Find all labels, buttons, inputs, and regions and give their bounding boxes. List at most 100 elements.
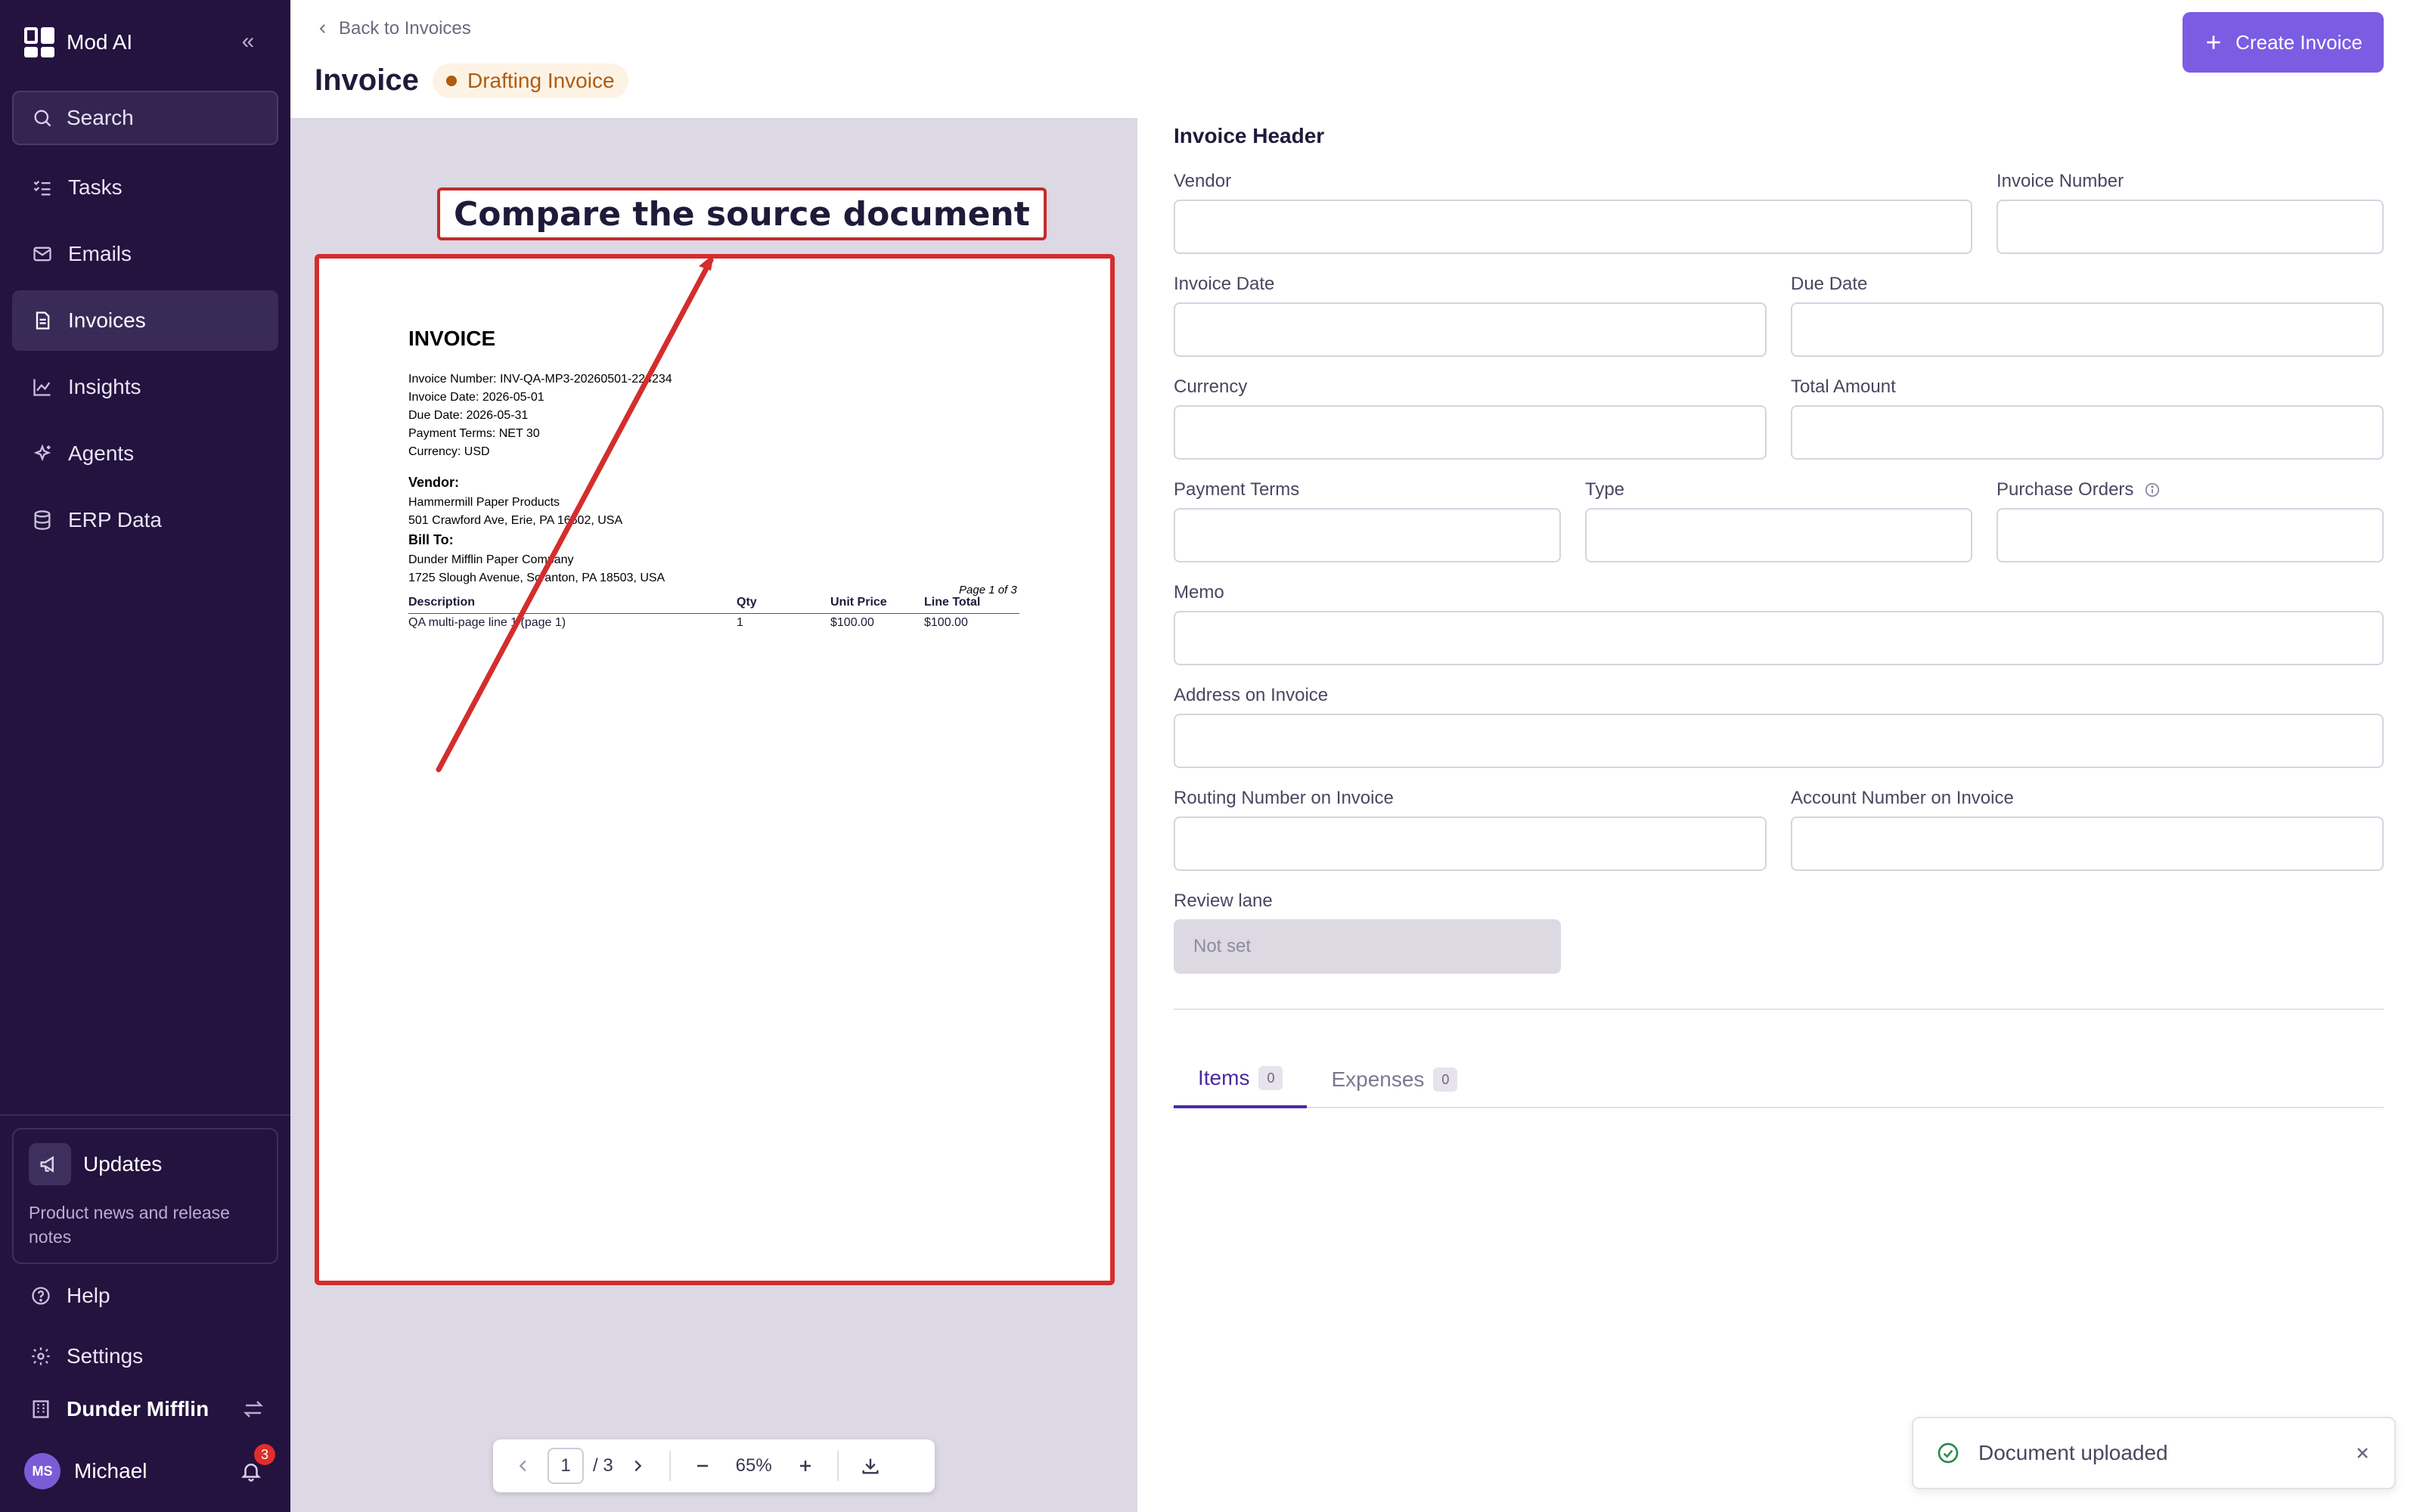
doc-table-row: QA multi-page line 1 (page 1) 1 $100.00 … [408,614,1019,632]
close-icon[interactable] [2353,1444,2372,1462]
doc-vendor-line: Hammermill Paper Products [408,496,560,509]
account-number-input[interactable] [1791,816,2384,871]
doc-line-items-table: Description Qty Unit Price Line Total QA… [408,596,1019,632]
brand[interactable]: Mod AI [24,24,132,60]
doc-page-note: Page 1 of 3 [959,584,1017,596]
sidebar-item-tasks[interactable]: Tasks [12,157,278,218]
chart-icon [33,379,51,396]
sidebar-item-label: Agents [68,442,135,465]
purchase-orders-label: Purchase Orders [1996,479,2134,500]
doc-table-header-cell: Description [408,596,476,609]
check-circle-icon [1938,1442,1959,1464]
doc-table-cell: QA multi-page line 1 (page 1) [408,616,566,629]
user-menu[interactable]: MS Michael 3 [24,1444,275,1489]
info-icon[interactable] [2144,482,2161,498]
doc-vendor: Vendor: Hammermill Paper Products 501 Cr… [408,475,622,530]
sidebar-item-erp-data[interactable]: ERP Data [12,490,278,550]
prev-page-button[interactable] [507,1449,540,1483]
doc-table-header-cell: Qty [737,596,757,609]
sidebar-item-label: ERP Data [68,508,162,531]
total-amount-input[interactable] [1791,405,2384,460]
help-label: Help [67,1284,110,1307]
address-label: Address on Invoice [1174,685,1329,705]
updates-card[interactable]: Updates Product news and release notes [12,1128,278,1264]
total-amount-label: Total Amount [1791,376,1896,397]
payment-terms-input[interactable] [1174,508,1561,562]
due-date-input[interactable] [1791,302,2384,357]
document-pager: 1 / 3 65% [493,1439,935,1492]
invoice-icon [36,311,50,330]
sidebar-item-label: Insights [68,375,141,398]
currency-input[interactable] [1174,405,1767,460]
sidebar-item-invoices[interactable]: Invoices [12,290,278,351]
sidebar-item-emails[interactable]: Emails [12,224,278,284]
review-lane-input: Not set [1174,919,1561,974]
routing-number-label: Routing Number on Invoice [1174,788,1394,808]
collapse-sidebar-icon[interactable]: « [234,29,262,56]
sidebar-divider [0,1114,290,1116]
sidebar: Mod AI « Search Tasks Emails Invoices In… [0,0,290,1512]
tab-items[interactable]: Items 0 [1174,1051,1308,1108]
search-button[interactable]: Search [12,91,278,145]
doc-table-cell: $100.00 [924,616,968,629]
chevron-right-icon [634,1460,641,1472]
doc-billto-line: Dunder Mifflin Paper Company [408,553,574,566]
upload-toast: Document uploaded [1912,1417,2396,1489]
search-icon [34,110,51,127]
type-input[interactable] [1585,508,1972,562]
sidebar-item-insights[interactable]: Insights [12,357,278,417]
user-name: Michael [74,1459,147,1483]
sparkle-icon [33,444,51,462]
toast-message: Document uploaded [1978,1441,2168,1464]
avatar: MS [24,1453,60,1489]
create-invoice-button[interactable]: Create Invoice [2183,12,2384,73]
pager-divider [669,1451,671,1481]
tab-expenses[interactable]: Expenses 0 [1307,1051,1481,1108]
doc-table-header-cell: Unit Price [830,596,887,609]
invoice-date-input[interactable] [1174,302,1767,357]
page-number-input[interactable]: 1 [548,1448,584,1484]
back-label: Back to Invoices [339,18,471,39]
doc-meta-line: Invoice Number: INV-QA-MP3-20260501-2242… [408,373,672,386]
routing-number-input[interactable] [1174,816,1767,871]
vendor-input[interactable] [1174,200,1972,254]
vendor-label: Vendor [1174,171,1232,191]
doc-meta-line: Due Date: 2026-05-31 [408,409,529,422]
create-invoice-label: Create Invoice [2235,30,2363,54]
help-link[interactable]: Help [30,1284,110,1308]
zoom-in-button[interactable] [789,1449,822,1483]
purchase-orders-label-row: Purchase Orders [1996,479,2161,500]
download-button[interactable] [854,1449,887,1483]
back-to-invoices-link[interactable]: Back to Invoices [316,18,471,39]
memo-label: Memo [1174,582,1224,603]
invoice-header-title: Invoice Header [1174,124,1325,147]
notifications-button[interactable]: 3 [236,1444,275,1486]
settings-link[interactable]: Settings [30,1344,143,1368]
zoom-out-button[interactable] [686,1449,719,1483]
sidebar-item-label: Emails [68,242,132,265]
sidebar-item-label: Invoices [68,308,146,332]
doc-table-header: Description Qty Unit Price Line Total [408,596,1019,614]
app-logo-icon [24,27,54,57]
doc-vendor-line: 501 Crawford Ave, Erie, PA 16502, USA [408,514,623,527]
tab-label: Items [1198,1066,1250,1089]
account-number-label: Account Number on Invoice [1791,788,2014,808]
sidebar-item-label: Tasks [68,175,123,199]
address-input[interactable] [1174,714,2384,768]
org-switcher[interactable]: Dunder Mifflin [30,1397,265,1421]
notification-count-badge: 3 [254,1444,275,1465]
updates-title: Updates [83,1152,163,1176]
doc-table-cell: $100.00 [830,616,874,629]
tab-count-badge: 0 [1258,1066,1283,1090]
doc-meta-line: Currency: USD [408,445,490,458]
sidebar-item-agents[interactable]: Agents [12,423,278,484]
review-lane-label: Review lane [1174,891,1273,911]
memo-input[interactable] [1174,611,2384,665]
due-date-label: Due Date [1791,274,1868,294]
swap-icon[interactable] [242,1398,265,1421]
next-page-button[interactable] [621,1449,654,1483]
chevron-left-icon [519,1460,526,1472]
plus-icon [799,1461,811,1471]
invoice-number-input[interactable] [1996,200,2384,254]
purchase-orders-input[interactable] [1996,508,2384,562]
